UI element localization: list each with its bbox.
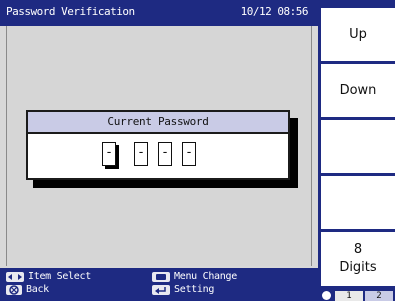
date-time: 10/12 08:56 [240, 5, 309, 18]
down-button-label: Down [339, 82, 377, 98]
password-dialog: Current Password - - - - [26, 110, 290, 180]
dial-icon [6, 284, 22, 295]
down-button[interactable]: Down [321, 64, 395, 117]
hint-back-label: Back [26, 284, 49, 295]
up-button-label: Up [349, 26, 367, 42]
title-bar: Password Verification 10/12 08:56 [0, 0, 318, 26]
hint-menu-change-label: Menu Change [174, 271, 237, 282]
hint-bar: Item Select Back Menu Change Setting [0, 268, 318, 301]
main-screen: Password Verification 10/12 08:56 Curren… [0, 0, 318, 301]
digit-1[interactable]: - [102, 142, 116, 166]
password-digits: - - - - [28, 134, 288, 178]
hint-setting-label: Setting [174, 284, 215, 295]
screen-title: Password Verification [6, 5, 135, 18]
softkey-blank-4[interactable] [321, 176, 395, 229]
digits-button[interactable]: 8 Digits [321, 232, 395, 286]
digit-4[interactable]: - [182, 142, 196, 166]
digit-3[interactable]: - [158, 142, 172, 166]
hint-back: Back [6, 284, 49, 295]
hint-item-select: Item Select [6, 271, 91, 282]
softkey-pager: 1 2 [318, 289, 395, 301]
hint-item-select-label: Item Select [28, 271, 91, 282]
softkey-panel: Up Down 8 Digits [318, 0, 395, 301]
digits-label: Digits [339, 260, 377, 275]
menu-button-icon [152, 271, 170, 282]
page-dial-icon [322, 291, 331, 300]
softkey-blank-3[interactable] [321, 120, 395, 173]
page-1-tab[interactable]: 1 [335, 291, 363, 301]
digit-2[interactable]: - [134, 142, 148, 166]
page-2-tab[interactable]: 2 [365, 291, 393, 301]
hint-setting: Setting [152, 284, 214, 295]
dialog-title: Current Password [28, 112, 288, 134]
enter-icon [152, 284, 170, 295]
up-button[interactable]: Up [321, 8, 395, 61]
left-right-arrows-icon [6, 271, 24, 282]
digits-count: 8 [353, 242, 363, 257]
hint-menu-change: Menu Change [152, 271, 237, 282]
